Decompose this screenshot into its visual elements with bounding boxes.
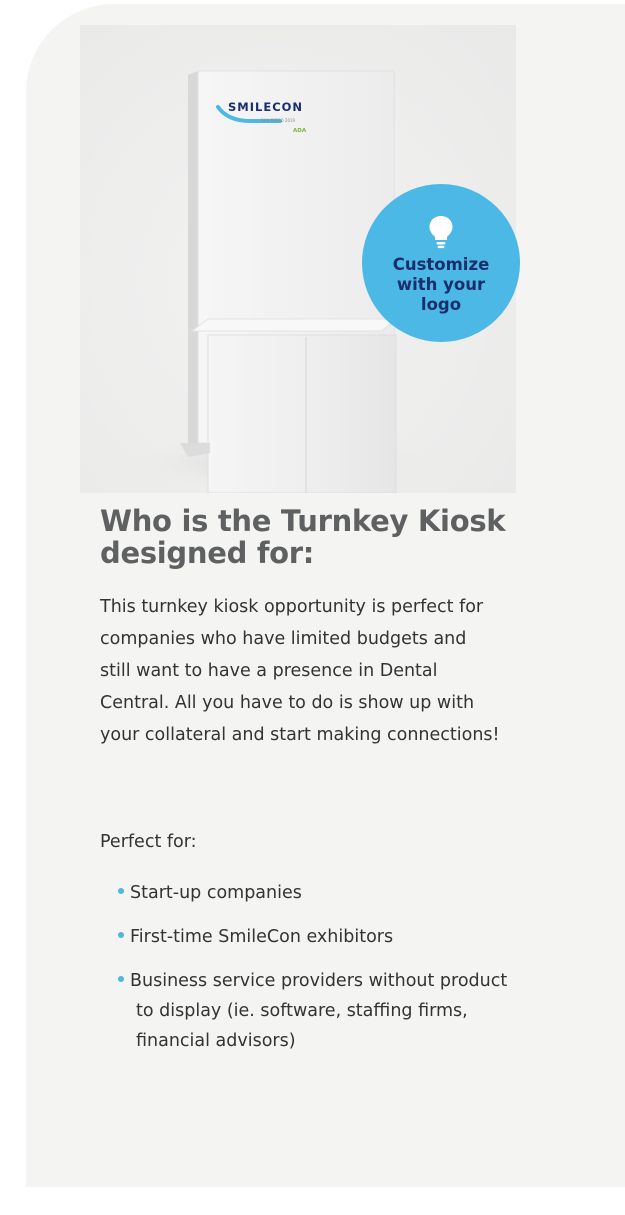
kiosk-cabinet bbox=[207, 334, 397, 493]
bullet-icon bbox=[118, 888, 124, 894]
bullet-icon bbox=[118, 932, 124, 938]
kiosk-logo-tag: ADA bbox=[293, 128, 307, 134]
section-heading: Who is the Turnkey Kiosk designed for: bbox=[100, 504, 506, 570]
list-item-text: Business service providers without produ… bbox=[130, 971, 508, 1051]
kiosk-image: SMILECON SAN DIEGO 2019 ADA Customize wi… bbox=[80, 25, 520, 493]
list-item: Start-up companies bbox=[118, 878, 518, 908]
customize-logo-badge: Customize with your logo bbox=[362, 184, 520, 342]
kiosk-logo-subtext: SAN DIEGO 2019 bbox=[261, 118, 296, 123]
kiosk-logo-text: SMILECON bbox=[228, 100, 303, 114]
list-item-text: Start-up companies bbox=[130, 883, 302, 903]
list-item: First-time SmileCon exhibitors bbox=[118, 922, 518, 952]
list-item: Business service providers without produ… bbox=[118, 966, 518, 1056]
kiosk-counter-top bbox=[190, 318, 398, 332]
panel-side bbox=[188, 71, 198, 453]
badge-text: Customize with your logo bbox=[392, 255, 490, 314]
lightbulb-icon bbox=[429, 216, 453, 249]
perfect-for-label: Perfect for: bbox=[100, 832, 197, 852]
intro-paragraph: This turnkey kiosk opportunity is perfec… bbox=[100, 597, 500, 745]
bullet-icon bbox=[118, 976, 124, 982]
audience-list: Start-up companies First-time SmileCon e… bbox=[118, 878, 518, 1070]
list-item-text: First-time SmileCon exhibitors bbox=[130, 927, 394, 947]
